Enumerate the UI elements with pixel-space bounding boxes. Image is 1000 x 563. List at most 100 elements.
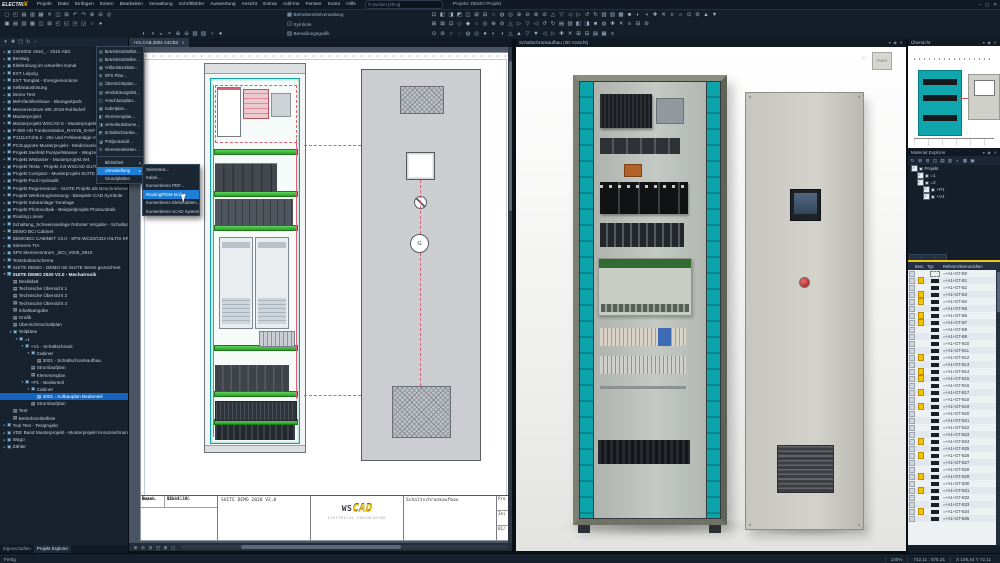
zoom-tool-icon[interactable]: ◰ bbox=[155, 544, 162, 551]
toolbar-icon[interactable]: ◐ bbox=[490, 30, 498, 38]
toolbar-icon[interactable]: ◒ bbox=[157, 30, 165, 38]
tree-item[interactable]: ▸ ▣ DEMOBCI CABINET V2.0 - SPS-WC20/CD2 … bbox=[0, 235, 128, 242]
view-3d-canvas[interactable]: ⌂ FRONT bbox=[516, 47, 906, 551]
parts-table-row[interactable]: =+A1+GT-B18 bbox=[908, 396, 996, 403]
parts-table-row[interactable]: =+A1+GT-B13 bbox=[908, 361, 996, 368]
tree-item[interactable]: ▤ Übersichtsschaltplan bbox=[0, 321, 128, 328]
toolbar-icon[interactable]: ○ bbox=[208, 30, 216, 38]
tree-item[interactable]: ▤ Technische Übersicht 2 bbox=[0, 292, 128, 299]
toolbar-icon[interactable]: ▼ bbox=[532, 30, 540, 38]
toolbar-icon[interactable]: ◫ bbox=[464, 11, 472, 19]
toolbar-icon[interactable]: ▷ bbox=[575, 11, 583, 19]
toolbar-icon[interactable]: ◧ bbox=[439, 11, 447, 19]
row-handle[interactable] bbox=[908, 439, 915, 445]
toolbar-icon[interactable]: ◫ bbox=[37, 20, 45, 28]
toolbar-icon[interactable]: ≡ bbox=[668, 11, 676, 19]
parts-table-row[interactable]: =+A1+GT-B5 bbox=[908, 305, 996, 312]
parts-table-row[interactable]: =+A1+GT-B35 bbox=[908, 515, 996, 522]
combo-symbols[interactable]: ◫Symbole bbox=[286, 20, 311, 28]
parts-table-row[interactable]: =+A1+GT-B22 bbox=[908, 424, 996, 431]
toolbar-icon[interactable]: ▽ bbox=[558, 11, 566, 19]
parts-table-row[interactable]: =+A1+GT-B27 bbox=[908, 459, 996, 466]
toolbar-icon[interactable]: ▷ bbox=[549, 30, 557, 38]
navigation-cube[interactable]: FRONT bbox=[872, 52, 892, 70]
mounting-plate-2d[interactable] bbox=[210, 78, 300, 444]
menu-item[interactable]: Datei bbox=[55, 2, 72, 7]
row-handle[interactable] bbox=[908, 299, 915, 305]
row-handle[interactable] bbox=[908, 369, 915, 375]
toolbar-icon[interactable]: ◓ bbox=[166, 30, 174, 38]
tree-item[interactable]: ▤ Technische Übersicht 3 bbox=[0, 300, 128, 307]
sidebar-tool-icon[interactable]: ▢ bbox=[17, 39, 24, 46]
parts-table-row[interactable]: =+A1+GT-B7 bbox=[908, 319, 996, 326]
toolbar-icon[interactable]: ◎ bbox=[481, 20, 489, 28]
row-handle[interactable] bbox=[908, 432, 915, 438]
toolbar-icon[interactable]: ◨ bbox=[583, 20, 591, 28]
panel-pin-icon[interactable]: ◉ bbox=[987, 150, 991, 155]
tree-item[interactable]: ▸ ▣ Teststrukturschema bbox=[0, 256, 128, 263]
toolbar-icon[interactable]: ⊙ bbox=[430, 30, 438, 38]
tree-item[interactable]: ▸ ▣ Projekt Werkzeugmessung - Beispiele … bbox=[0, 192, 128, 199]
toolbar-icon[interactable]: ○ bbox=[490, 11, 498, 19]
checkbox[interactable] bbox=[917, 172, 924, 179]
row-handle[interactable] bbox=[908, 376, 915, 382]
context-menu-item[interactable]: ▨ Verdrahtungsliste... bbox=[97, 88, 143, 96]
parts-table-row[interactable]: =+A1+GT-B21 bbox=[908, 417, 996, 424]
toolbar-icon[interactable]: ⊡ bbox=[447, 20, 455, 28]
material-tool-icon[interactable]: ◐ bbox=[954, 157, 961, 164]
din-rail[interactable] bbox=[214, 391, 298, 397]
toolbar-icon[interactable]: ◨ bbox=[447, 11, 455, 19]
toolbar-icon[interactable]: ◇ bbox=[456, 20, 464, 28]
col-bem[interactable]: Bem. bbox=[915, 264, 927, 269]
zoom-tool-icon[interactable]: ▢ bbox=[170, 544, 177, 551]
toolbar-icon[interactable]: ◎ bbox=[507, 11, 515, 19]
toolbar-icon[interactable]: ⊘ bbox=[541, 11, 549, 19]
hmi-display-3d[interactable] bbox=[790, 189, 821, 221]
panel-close-icon[interactable]: ✕ bbox=[993, 150, 997, 155]
tree-item[interactable]: ▤ Inhaltsangabe bbox=[0, 307, 128, 314]
toolbar-icon[interactable]: ⊞ bbox=[473, 11, 481, 19]
row-handle[interactable] bbox=[908, 390, 915, 396]
row-handle[interactable] bbox=[908, 516, 915, 522]
toolbar-icon[interactable]: ◲ bbox=[80, 20, 88, 28]
din-rail[interactable] bbox=[214, 225, 298, 231]
tree-item[interactable]: ▸ ▣ SUITE DEMO - DEMO mit SUITE Werte ge… bbox=[0, 264, 128, 271]
parts-table-row[interactable]: =+A1+GT-B11 bbox=[908, 347, 996, 354]
toolbar-icon[interactable]: ▽ bbox=[524, 30, 532, 38]
row-handle[interactable] bbox=[908, 271, 915, 277]
toolbar-icon[interactable]: ↻ bbox=[592, 11, 600, 19]
tree-item[interactable]: ▾ ▣ +P1 - Bedienteil bbox=[0, 379, 128, 386]
parts-table-row[interactable]: =+A1+GT-B14 bbox=[908, 368, 996, 375]
checkbox[interactable] bbox=[911, 165, 918, 172]
breaker-row-2d[interactable] bbox=[215, 199, 293, 225]
row-handle[interactable] bbox=[908, 355, 915, 361]
toolbar-icon[interactable]: ◎ bbox=[105, 11, 113, 19]
tree-item[interactable]: ▸ ▣ Siemens TIA bbox=[0, 242, 128, 249]
material-tool-icon[interactable]: ▣ bbox=[969, 157, 976, 164]
row-handle[interactable] bbox=[908, 509, 915, 515]
row-handle[interactable] bbox=[908, 292, 915, 298]
toolbar-icon[interactable]: △ bbox=[507, 30, 515, 38]
panel-close-icon[interactable]: ✕ bbox=[993, 40, 997, 45]
menu-item[interactable]: Add-Ins bbox=[280, 2, 303, 7]
row-handle[interactable] bbox=[908, 474, 915, 480]
context-menu-item[interactable] bbox=[97, 153, 143, 157]
tree-item[interactable]: ▤ 3001 - Schaltschrankaufbau bbox=[0, 357, 128, 364]
toolbar-icon[interactable]: ▦ bbox=[37, 11, 45, 19]
menu-item[interactable]: Extras bbox=[260, 2, 280, 7]
cable-duct-3d[interactable] bbox=[598, 440, 690, 464]
toolbar-icon[interactable]: ■ bbox=[626, 11, 634, 19]
toolbar-icon[interactable]: ⊙ bbox=[685, 11, 693, 19]
contactor-row-3d[interactable] bbox=[600, 182, 688, 214]
tree-item[interactable]: ▸ ▣ Schaltung_Schweissanlage Roboter Ver… bbox=[0, 221, 128, 228]
toolbar-icon[interactable]: ⊗ bbox=[532, 11, 540, 19]
context-menu-item[interactable]: ▦ Artikelstückliste... bbox=[97, 63, 143, 71]
tree-item[interactable]: ▾ ▣ SUITE DEMO 2020 V2.0 - Mechatronik bbox=[0, 271, 128, 278]
toolbar-icon[interactable]: ◍ bbox=[600, 20, 608, 28]
minimize-button[interactable]: – bbox=[978, 2, 981, 8]
context-menu-item[interactable]: ⊞ SPS Plan... bbox=[97, 72, 143, 80]
tree-item[interactable]: ▸ ▣ Projekt Solaranlage Tunelage bbox=[0, 199, 128, 206]
toolbar-icon[interactable]: ⊚ bbox=[439, 30, 447, 38]
tree-item[interactable]: ▤ Grafik bbox=[0, 314, 128, 321]
toolbar-icon[interactable]: △ bbox=[507, 20, 515, 28]
